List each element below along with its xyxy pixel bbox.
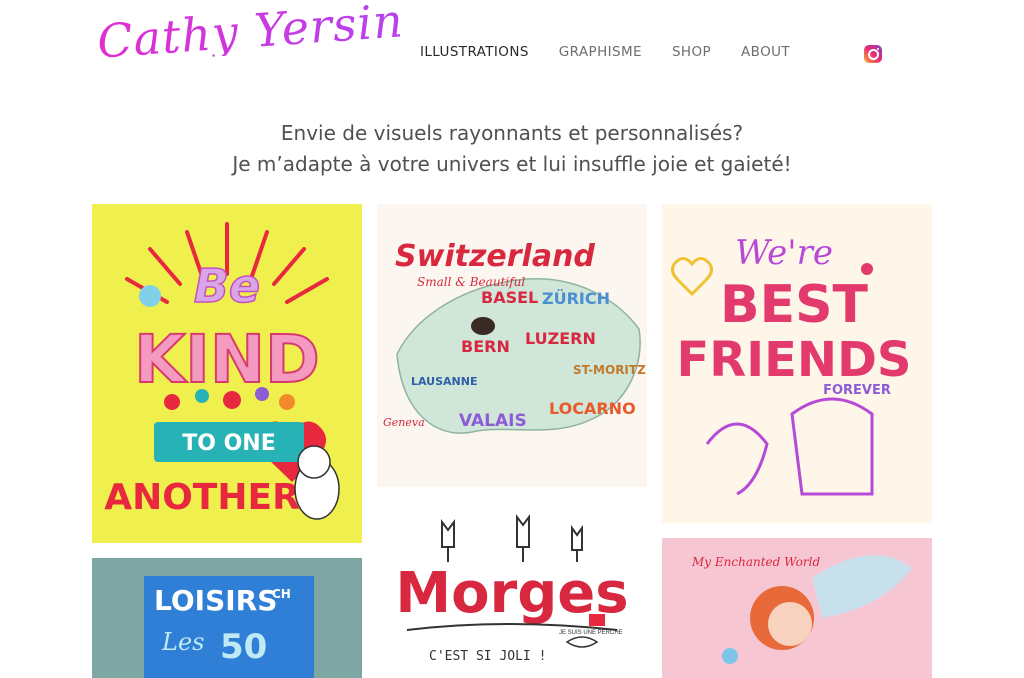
be-kind-word-1: Be bbox=[194, 259, 260, 313]
place-valais: VALAIS bbox=[459, 411, 527, 431]
gallery-item-be-kind[interactable]: Be KIND TO ONE ANOTHER bbox=[92, 204, 362, 543]
cat-icon bbox=[294, 445, 340, 520]
best-friends-word-3: FRIENDS bbox=[677, 332, 912, 388]
gallery-item-best-friends[interactable]: We're BEST FRIENDS FOREVER bbox=[662, 204, 932, 523]
nav-illustrations[interactable]: ILLUSTRATIONS bbox=[420, 44, 529, 60]
wing-icon bbox=[812, 555, 912, 618]
be-kind-word-4: ANOTHER bbox=[104, 477, 300, 518]
owl-icon bbox=[722, 648, 738, 664]
best-friends-word-2: BEST bbox=[720, 275, 869, 335]
best-friends-word-4: FOREVER bbox=[823, 383, 891, 398]
be-kind-word-2: KIND bbox=[134, 321, 320, 398]
tagline: Envie de visuels rayonnants et personnal… bbox=[0, 118, 1024, 180]
best-friends-word-1: We're bbox=[735, 233, 833, 273]
switzerland-title: Switzerland bbox=[395, 239, 595, 274]
enchanted-artwork: My Enchanted World bbox=[691, 555, 912, 664]
best-friends-artwork: We're BEST FRIENDS FOREVER bbox=[671, 233, 912, 496]
loisirs-artwork: LOISIRS CH Les 50 bbox=[144, 576, 314, 678]
nav-about[interactable]: ABOUT bbox=[741, 44, 790, 60]
switzerland-subtitle: Small & Beautiful bbox=[417, 275, 525, 289]
site-header: Cathy Yersin ILLUSTRATIONS GRAPHISME SHO… bbox=[0, 0, 1024, 110]
tulips-icon bbox=[441, 514, 583, 562]
tagline-line-2: Je m’adapte à votre univers et lui insuf… bbox=[232, 152, 792, 176]
brand-logo[interactable]: Cathy Yersin bbox=[95, 0, 405, 69]
gallery-item-enchanted[interactable]: My Enchanted World bbox=[662, 538, 932, 678]
place-geneva: Geneva bbox=[383, 416, 425, 429]
place-basel: BASEL bbox=[481, 288, 538, 307]
morges-tagline: C'EST SI JOLI ! bbox=[429, 649, 546, 664]
place-locarno: LOCARNO bbox=[549, 399, 636, 418]
nav-graphisme[interactable]: GRAPHISME bbox=[559, 44, 642, 60]
bird-icon bbox=[139, 285, 161, 307]
bee-icon bbox=[861, 263, 873, 275]
tagline-line-1: Envie de visuels rayonnants et personnal… bbox=[280, 121, 744, 145]
main-nav: ILLUSTRATIONS GRAPHISME SHOP ABOUT bbox=[420, 44, 790, 60]
morges-artwork: Morges C'EST SI JOLI ! JE SUIS UNE PERCH… bbox=[395, 514, 629, 664]
cat-icon bbox=[705, 422, 769, 496]
loisirs-suffix: CH bbox=[272, 587, 291, 601]
heart-icon bbox=[671, 257, 713, 297]
gallery-item-loisirs[interactable]: LOISIRS CH Les 50 bbox=[92, 558, 362, 678]
place-zurich: ZÜRICH bbox=[542, 289, 610, 308]
switzerland-artwork: Switzerland Small & Beautiful BASEL ZÜRI… bbox=[383, 239, 646, 434]
loisirs-line-2: 50 bbox=[220, 627, 267, 667]
fish-icon bbox=[565, 636, 599, 648]
place-lausanne: LAUSANNE bbox=[411, 375, 477, 388]
be-kind-artwork: Be KIND TO ONE ANOTHER bbox=[104, 222, 340, 520]
dog-icon bbox=[790, 397, 874, 496]
bear-icon bbox=[471, 317, 495, 335]
gallery-item-switzerland[interactable]: Switzerland Small & Beautiful BASEL ZÜRI… bbox=[377, 204, 647, 487]
place-bern: BERN bbox=[461, 337, 510, 356]
morges-badge: JE SUIS UNE PERCHE bbox=[559, 630, 623, 636]
gallery-item-morges[interactable]: Morges C'EST SI JOLI ! JE SUIS UNE PERCH… bbox=[377, 502, 647, 672]
enchanted-title: My Enchanted World bbox=[691, 555, 820, 569]
instagram-icon[interactable] bbox=[864, 45, 882, 63]
loisirs-title: LOISIRS bbox=[154, 584, 277, 617]
place-st-moritz: ST-MORITZ bbox=[573, 363, 646, 377]
nav-shop[interactable]: SHOP bbox=[672, 44, 711, 60]
fairy-face bbox=[768, 602, 812, 646]
loisirs-line-1: Les bbox=[161, 628, 204, 656]
place-luzern: LUZERN bbox=[525, 329, 596, 348]
be-kind-word-3: TO ONE bbox=[182, 431, 276, 456]
swiss-flag-icon bbox=[589, 614, 605, 626]
